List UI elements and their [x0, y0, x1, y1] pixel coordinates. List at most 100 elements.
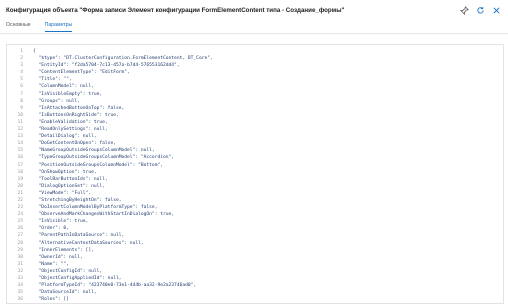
line-number: 8	[20, 98, 23, 104]
tabs-divider	[0, 33, 508, 34]
line-number: 20	[17, 183, 23, 189]
code-line: 36 "Roles": []	[7, 296, 503, 303]
code-text: "Roles": []	[33, 297, 69, 303]
pin-icon[interactable]	[458, 4, 470, 16]
code-text: "$type": "DT.ClusterConfiguration.FormEl…	[33, 56, 213, 62]
code-line: 2 "$type": "DT.ClusterConfiguration.Form…	[7, 55, 503, 62]
code-text: "ObjectConfigAppliedId": null,	[33, 276, 122, 281]
line-number: 12	[17, 127, 23, 133]
code-text: "ObjectConfigId": null,	[33, 268, 103, 274]
line-number: 16	[17, 155, 23, 161]
line-number: 28	[17, 240, 23, 246]
line-number: 18	[17, 169, 23, 175]
code-text: "PlatformTypeId": "423740e0-73e1-444b-aa…	[33, 283, 197, 289]
code-line: 28 "AlternativeContextDataSources": null…	[7, 240, 503, 247]
code-text: "IsVisible": true,	[33, 219, 89, 225]
refresh-icon[interactable]	[474, 4, 486, 16]
json-editor[interactable]: 1{2 "$type": "DT.ClusterConfiguration.Fo…	[6, 44, 504, 304]
code-line: 20 "DialogOptionSet": null,	[7, 183, 503, 190]
code-text: "NameGroupOutsideGroupsColumnModel": nul…	[33, 148, 155, 154]
line-number: 31	[17, 261, 23, 267]
code-line: 16 "TypeGroupOutsideGroupsColumnModel": …	[7, 154, 503, 161]
close-icon[interactable]	[490, 4, 502, 16]
code-line: 17 "PositionOutsideGroupsColumnModel": "…	[7, 162, 503, 169]
line-number: 33	[17, 276, 23, 281]
code-line: 8 "Groups": null,	[7, 98, 503, 105]
code-text: "Order": 0,	[33, 226, 69, 232]
code-line: 34 "PlatformTypeId": "423740e0-73e1-444b…	[7, 282, 503, 289]
line-number: 3	[20, 63, 23, 69]
line-number: 5	[20, 77, 23, 83]
code-line: 24 "ObserveAndMarkChangesWithStartInDial…	[7, 211, 503, 218]
code-line: 13 "DetailDialog": null,	[7, 133, 503, 140]
code-line: 7 "IsVisibleEmpty": true,	[7, 91, 503, 98]
code-line: 6 "ColumnModel": null,	[7, 83, 503, 90]
code-text: "OwnerId": null,	[33, 254, 83, 260]
code-text: "TypeGroupOutsideGroupsColumnModel": "Ac…	[33, 155, 175, 161]
line-number: 14	[17, 141, 23, 147]
code-text: "ParentPathInDataSource": null,	[33, 233, 125, 239]
code-line: 35 "DataSourceId": null,	[7, 289, 503, 296]
line-number: 9	[20, 105, 23, 111]
code-text: "IsAttachedButtonOnTop": false,	[33, 105, 125, 111]
line-number: 17	[17, 162, 23, 168]
line-number: 32	[17, 268, 23, 274]
line-number: 22	[17, 197, 23, 203]
line-number: 34	[17, 283, 23, 289]
code-line: 33 "ObjectConfigAppliedId": null,	[7, 275, 503, 282]
code-line: 21 "ViewMode": "Full",	[7, 190, 503, 197]
code-line: 12 "ReadOnlySettings": null,	[7, 126, 503, 133]
tab-main[interactable]: Основные	[6, 22, 31, 32]
code-line: 27 "ParentPathInDataSource": null,	[7, 232, 503, 239]
code-text: "PositionOutsideGroupsColumnModel": "Bot…	[33, 162, 163, 168]
code-line: 37}	[7, 303, 503, 304]
code-line: 23 "DoInsertColumnModelByPlatformType": …	[7, 204, 503, 211]
page-title: Конфигурация объекта "Форма записи Элеме…	[6, 7, 345, 14]
header-actions	[458, 4, 502, 16]
code-text: }	[33, 303, 36, 304]
code-line: 10 "IsButtonsOnRightSide": true,	[7, 112, 503, 119]
code-text: "EnableValidation": true,	[33, 119, 108, 125]
code-line: 22 "StretchingByHeightOn": false,	[7, 197, 503, 204]
tabs: Основные Параметры	[6, 22, 73, 32]
code-line: 14 "DoGetContentOnOpen": false,	[7, 140, 503, 147]
code-line: 4 "ContentElementType": "EditForm",	[7, 69, 503, 76]
line-number: 21	[17, 190, 23, 196]
code-text: "Name": "",	[33, 261, 69, 267]
code-line: 15 "NameGroupOutsideGroupsColumnModel": …	[7, 147, 503, 154]
code-text: "EntityId": "f2da5704-7c13-457a-b7d4-576…	[33, 63, 180, 69]
code-text: "ColumnModel": null,	[33, 84, 94, 90]
line-number: 36	[17, 297, 23, 303]
code-text: "ContentElementType": "EditForm",	[33, 70, 130, 76]
code-line: 18 "OnShowOption": true,	[7, 169, 503, 176]
code-line: 19 "ToolBarButtonIds": null,	[7, 176, 503, 183]
code-text: "DoInsertColumnModelByPlatformType": fal…	[33, 205, 158, 211]
code-line: 5 "Title": "",	[7, 76, 503, 83]
header: Конфигурация объекта "Форма записи Элеме…	[0, 0, 508, 20]
code-text: {	[33, 49, 36, 54]
code-line: 32 "ObjectConfigId": null,	[7, 268, 503, 275]
code-line: 25 "IsVisible": true,	[7, 218, 503, 225]
code-text: "Title": "",	[33, 77, 72, 83]
line-number: 25	[17, 219, 23, 225]
code-text: "DetailDialog": null,	[33, 134, 97, 140]
line-number: 13	[17, 134, 23, 140]
line-number: 7	[20, 91, 23, 97]
code-text: "ReadOnlySettings": null,	[33, 127, 108, 133]
code-text: "OnShowOption": true,	[33, 169, 97, 175]
line-number: 2	[20, 56, 23, 62]
line-number: 1	[20, 49, 23, 54]
code-text: "ToolBarButtonIds": null,	[33, 176, 108, 182]
code-text: "Groups": null,	[33, 98, 81, 104]
line-number: 35	[17, 290, 23, 296]
code-lines: 1{2 "$type": "DT.ClusterConfiguration.Fo…	[7, 48, 503, 304]
code-text: "DoGetContentOnOpen": false,	[33, 141, 116, 147]
line-number: 10	[17, 112, 23, 118]
code-text: "DataSourceId": null,	[33, 290, 97, 296]
line-number: 27	[17, 233, 23, 239]
line-number: 4	[20, 70, 23, 76]
line-number: 24	[17, 212, 23, 218]
tab-parameters[interactable]: Параметры	[44, 22, 73, 32]
code-line: 1{	[7, 48, 503, 55]
line-number: 29	[17, 247, 23, 253]
